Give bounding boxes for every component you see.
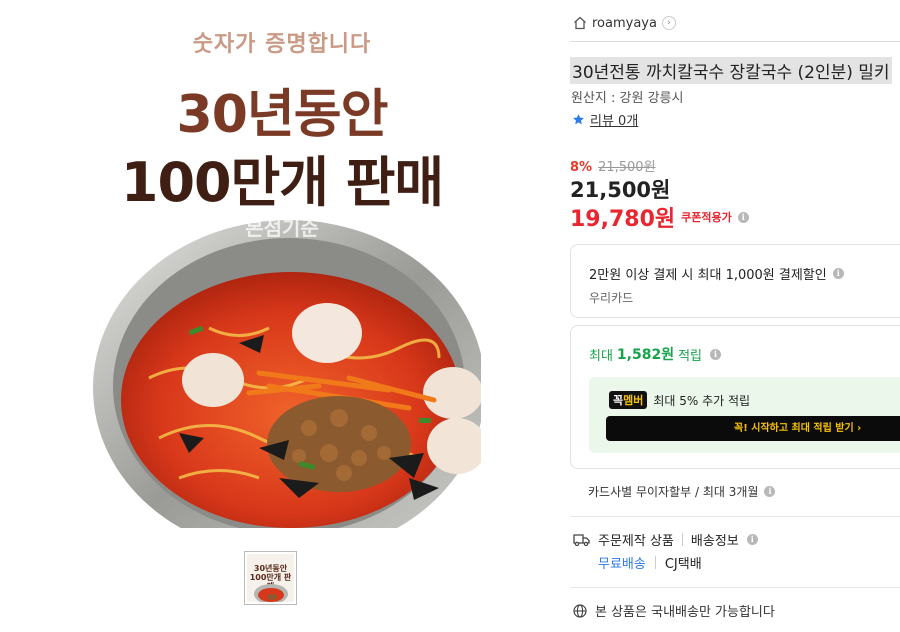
membership-start-button[interactable]: 꼭! 시작하고 최대 적립 받기 › — [606, 416, 900, 441]
points-summary: 최대 1,582원 적립 i — [589, 344, 722, 364]
product-title: 30년전통 까치칼국수 장칼국수 (2인분) 밀키 — [570, 57, 892, 84]
shipping-info-label: 배송정보 — [690, 534, 739, 549]
noodle-bowl-photo — [93, 220, 481, 528]
domestic-text: 본 상품은 국내배송만 가능합니다 — [595, 605, 775, 620]
info-icon[interactable]: i — [764, 486, 776, 497]
info-icon[interactable]: i — [832, 268, 844, 279]
shipping-header: 주문제작 상품 배송정보 i — [573, 530, 758, 549]
points-prefix: 최대 — [589, 348, 613, 364]
points-box: 최대 1,582원 적립 i 꼭멤버 최대 5% 추가 적립 꼭! 시작하고 최… — [570, 325, 900, 469]
image-title-line2: 100만개 판매 — [120, 151, 444, 214]
divider — [570, 41, 900, 42]
installment-text: 카드사별 무이자할부 / 최대 3개월 — [588, 485, 759, 499]
free-shipping: 무료배송 — [598, 557, 646, 572]
coupon-price: 19,780원 — [570, 207, 676, 232]
badge-part-a: 꼭 — [613, 394, 624, 407]
thumbnail-bowl — [254, 584, 288, 602]
info-icon[interactable]: i — [737, 211, 749, 223]
shipping-details: 무료배송 CJ택배 — [598, 553, 702, 572]
discount-rate: 8% — [570, 160, 593, 175]
card-discount-box: 2만원 이상 결제 시 최대 1,000원 결제할인 i 우리카드 — [570, 244, 900, 318]
domestic-shipping-notice: 본 상품은 국내배송만 가능합니다 — [573, 601, 775, 620]
membership-badge: 꼭멤버 — [609, 391, 648, 409]
thumbnail-1[interactable]: 30년동안 100만개 판매 — [244, 551, 297, 605]
review-link[interactable]: 리뷰 0개 — [572, 110, 638, 129]
coupon-label: 쿠폰적용가 — [681, 211, 732, 224]
image-title-line1: 30년동안 — [176, 85, 389, 145]
divider — [654, 556, 656, 569]
membership-text: 최대 5% 추가 적립 — [653, 393, 751, 408]
star-icon — [573, 114, 584, 125]
installment-info: 카드사별 무이자할부 / 최대 3개월 i — [588, 483, 776, 500]
carrier: CJ택배 — [664, 557, 702, 572]
product-main-image[interactable]: 숫자가 증명합니다 30년동안 100만개 판매 본점기준 — [83, 0, 481, 528]
product-page: 숫자가 증명합니다 30년동안 100만개 판매 본점기준 30년동안 100만… — [0, 0, 900, 632]
image-watermark: 본점기준 — [245, 216, 319, 240]
thumbnail-image: 30년동안 100만개 판매 — [247, 554, 294, 602]
original-price: 21,500원 — [598, 160, 656, 175]
coupon-price-row: 19,780원 쿠폰적용가 i — [570, 201, 749, 233]
sale-price: 21,500원 — [570, 178, 671, 202]
membership-banner: 꼭멤버 최대 5% 추가 적립 꼭! 시작하고 최대 적립 받기 › — [589, 377, 900, 453]
product-info-panel: roamyaya › 30년전통 까치칼국수 장칼국수 (2인분) 밀키 원산지… — [570, 0, 900, 632]
chevron-right-icon[interactable]: › — [661, 16, 676, 30]
card-name: 우리카드 — [589, 291, 634, 305]
made-to-order-label: 주문제작 상품 — [598, 534, 674, 549]
card-discount-text: 2만원 이상 결제 시 최대 1,000원 결제할인 — [589, 268, 827, 283]
globe-icon — [573, 603, 587, 618]
store-name: roamyaya — [592, 15, 657, 31]
points-amount: 1,582원 — [616, 347, 675, 363]
info-icon[interactable]: i — [746, 534, 758, 545]
divider — [570, 587, 900, 588]
store-link[interactable]: roamyaya › — [573, 13, 676, 33]
info-icon[interactable]: i — [710, 348, 722, 360]
discount-row: 8% 21,500원 — [570, 156, 656, 175]
review-count: 리뷰 0개 — [590, 114, 639, 129]
divider — [681, 533, 683, 546]
product-origin: 원산지 : 강원 강릉시 — [571, 91, 684, 106]
home-icon — [574, 16, 586, 30]
image-subtitle: 숫자가 증명합니다 — [192, 32, 372, 57]
points-suffix: 적립 — [678, 348, 703, 364]
truck-icon — [573, 534, 590, 546]
thumbnail-title-line1: 30년동안 — [253, 564, 288, 573]
badge-part-b: 멤버 — [623, 394, 644, 407]
divider — [570, 516, 900, 517]
